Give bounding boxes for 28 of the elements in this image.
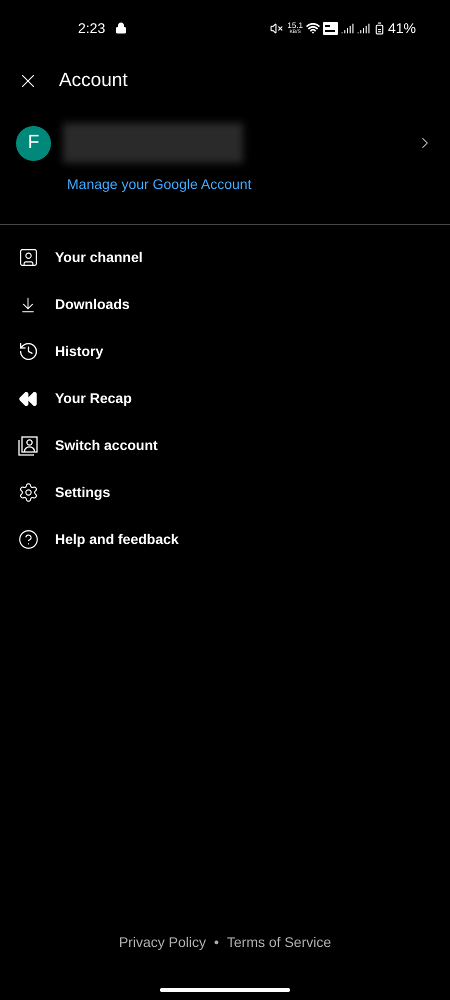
menu-item[interactable]: Downloads bbox=[0, 281, 450, 328]
help-icon bbox=[18, 529, 38, 550]
menu-item[interactable]: Your channel bbox=[0, 234, 450, 281]
mute-icon bbox=[270, 22, 284, 34]
signal-icon bbox=[356, 22, 370, 34]
lte-icon bbox=[322, 22, 338, 34]
page-title: Account bbox=[59, 68, 128, 93]
network-speed: 15.1 bbox=[287, 22, 303, 30]
menu-item[interactable]: History bbox=[0, 328, 450, 375]
avatar: F bbox=[16, 126, 51, 160]
wifi-icon bbox=[306, 21, 320, 35]
lock-icon bbox=[115, 22, 128, 34]
history-icon bbox=[18, 341, 38, 362]
menu-item[interactable]: Help and feedback bbox=[0, 516, 450, 563]
status-time: 2:23 bbox=[78, 18, 106, 38]
menu-item[interactable]: Switch account bbox=[0, 422, 450, 469]
separator-dot: • bbox=[214, 933, 219, 952]
manage-account-link[interactable]: Manage your Google Account bbox=[67, 174, 252, 195]
terms-link[interactable]: Terms of Service bbox=[226, 932, 332, 953]
person-square-icon bbox=[18, 247, 38, 268]
menu-item[interactable]: Settings bbox=[0, 469, 450, 516]
signal-icon bbox=[340, 22, 354, 34]
switch-account-icon bbox=[18, 436, 38, 456]
privacy-link[interactable]: Privacy Policy bbox=[118, 932, 206, 953]
menu-item[interactable]: Your Recap bbox=[0, 375, 450, 422]
settings-icon bbox=[18, 482, 38, 503]
battery-percent: 41% bbox=[388, 18, 416, 38]
battery-icon bbox=[372, 22, 386, 34]
